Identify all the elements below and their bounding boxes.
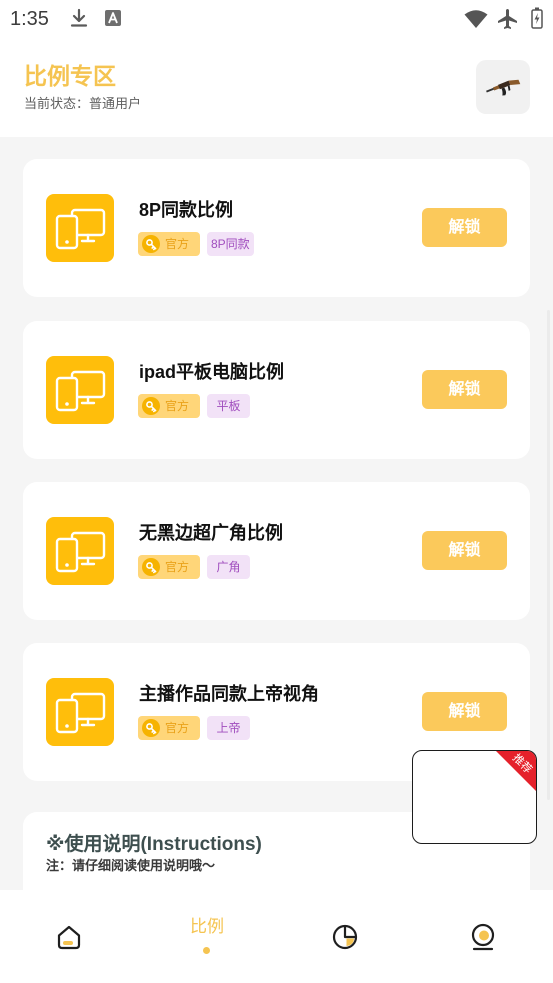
phone-monitor-icon bbox=[46, 194, 114, 262]
official-tag-label: 官方 bbox=[165, 721, 190, 735]
unlock-button[interactable]: 解锁 bbox=[422, 531, 507, 570]
profile-icon bbox=[471, 923, 495, 951]
header: 比例专区 当前状态：普通用户 bbox=[0, 38, 553, 137]
ratio-card-icon-tile bbox=[46, 678, 114, 746]
official-tag: 官方 bbox=[138, 232, 200, 256]
nav-item-ratio[interactable]: 比例 bbox=[138, 890, 276, 983]
page-title: 比例专区 bbox=[24, 63, 116, 89]
ratio-card-title: ipad平板电脑比例 bbox=[139, 362, 285, 382]
battery-charging-icon bbox=[531, 7, 543, 29]
scrollbar[interactable] bbox=[547, 310, 550, 800]
user-status-text: 当前状态：普通用户 bbox=[24, 96, 142, 111]
pie-chart-icon bbox=[332, 924, 358, 950]
ratio-card: 8P同款比例 官方 8P同款 解锁 bbox=[23, 159, 530, 297]
phone-monitor-icon bbox=[46, 356, 114, 424]
ratio-card: 无黑边超广角比例 官方 广角 解锁 bbox=[23, 482, 530, 620]
official-tag-label: 官方 bbox=[165, 399, 190, 413]
instructions-title: ※使用说明(Instructions) bbox=[46, 834, 262, 855]
instructions-note: 注：请仔细阅读使用说明哦～ bbox=[46, 858, 216, 873]
category-tag: 8P同款 bbox=[207, 232, 254, 256]
nav-item-stats[interactable] bbox=[276, 890, 414, 983]
nav-item-profile[interactable] bbox=[414, 890, 552, 983]
unlock-button[interactable]: 解锁 bbox=[422, 692, 507, 731]
unlock-button[interactable]: 解锁 bbox=[422, 370, 507, 409]
official-tag: 官方 bbox=[138, 716, 200, 740]
official-tag-label: 官方 bbox=[165, 560, 190, 574]
key-icon bbox=[142, 719, 160, 737]
home-icon bbox=[57, 925, 81, 950]
phone-monitor-icon bbox=[46, 678, 114, 746]
unlock-button[interactable]: 解锁 bbox=[422, 208, 507, 247]
key-icon bbox=[142, 235, 160, 253]
ratio-card-icon-tile bbox=[46, 517, 114, 585]
bottom-nav: 比例 bbox=[0, 890, 553, 983]
rifle-icon bbox=[486, 79, 521, 96]
key-icon bbox=[142, 397, 160, 415]
ratio-card: ipad平板电脑比例 官方 平板 解锁 bbox=[23, 321, 530, 459]
ratio-card-icon-tile bbox=[46, 194, 114, 262]
status-time: 1:35 bbox=[10, 8, 49, 30]
category-tag: 广角 bbox=[207, 555, 250, 579]
recommend-floating-panel[interactable]: 推荐 bbox=[412, 750, 537, 844]
airplane-mode-icon bbox=[498, 9, 517, 29]
status-bar: 1:35 bbox=[0, 0, 553, 38]
ratio-card-title: 主播作品同款上帝视角 bbox=[139, 684, 319, 704]
category-tag: 上帝 bbox=[207, 716, 250, 740]
ratio-card-icon-tile bbox=[46, 356, 114, 424]
category-tag: 平板 bbox=[207, 394, 250, 418]
ratio-card-title: 无黑边超广角比例 bbox=[139, 523, 283, 543]
wifi-icon bbox=[464, 10, 488, 28]
download-icon bbox=[70, 8, 88, 27]
weapon-mode-button[interactable] bbox=[476, 60, 530, 114]
official-tag: 官方 bbox=[138, 394, 200, 418]
a-notification-icon bbox=[105, 10, 121, 26]
official-tag-label: 官方 bbox=[165, 237, 190, 251]
nav-item-ratio-label: 比例 bbox=[190, 917, 224, 936]
phone-monitor-icon bbox=[46, 517, 114, 585]
official-tag: 官方 bbox=[138, 555, 200, 579]
ratio-card-title: 8P同款比例 bbox=[139, 200, 234, 220]
key-icon bbox=[142, 558, 160, 576]
active-indicator-dot bbox=[203, 947, 210, 954]
nav-item-home[interactable] bbox=[0, 890, 138, 983]
